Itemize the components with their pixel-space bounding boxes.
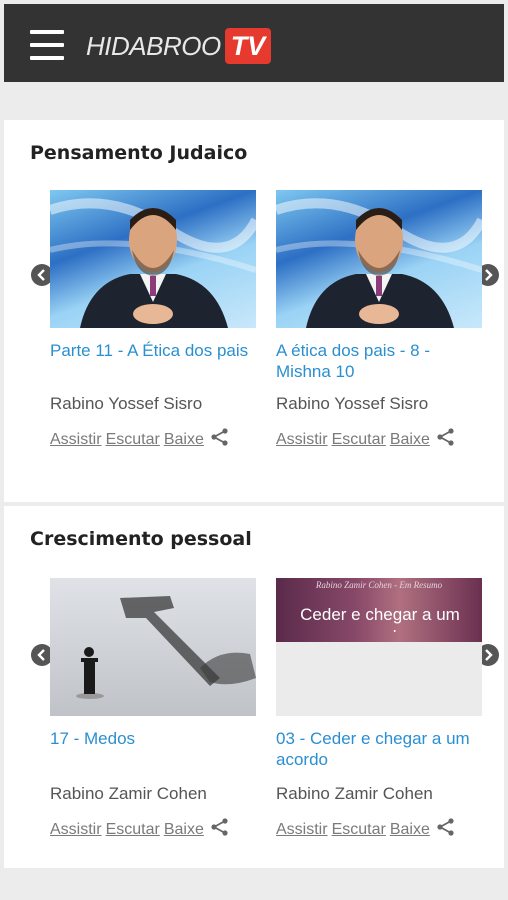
listen-link[interactable]: Escutar — [332, 821, 386, 839]
share-icon[interactable] — [436, 818, 456, 841]
video-title-link[interactable]: 03 - Ceder e chegar a um acordo — [276, 728, 482, 770]
thumbnail-caption-main: Ceder e chegar a um acordo — [300, 605, 460, 632]
video-thumbnail[interactable] — [50, 190, 256, 328]
video-author: Rabino Yossef Sisro — [276, 394, 429, 413]
thumbnail-banner: Rabino Zamir Cohen - Em Resumo Ceder e c… — [276, 578, 482, 642]
section-title: Pensamento Judaico — [30, 142, 248, 164]
listen-link[interactable]: Escutar — [106, 821, 160, 839]
download-link[interactable]: Baixe — [164, 431, 204, 449]
logo[interactable]: HIDABROO TV — [86, 26, 272, 66]
watch-link[interactable]: Assistir — [50, 431, 102, 449]
listen-link[interactable]: Escutar — [106, 431, 160, 449]
share-icon[interactable] — [436, 428, 456, 451]
app-header: HIDABROO TV — [4, 4, 504, 82]
logo-badge: TV — [224, 28, 272, 64]
video-author: Rabino Zamir Cohen — [50, 784, 207, 803]
watch-link[interactable]: Assistir — [50, 821, 102, 839]
video-thumbnail[interactable] — [276, 190, 482, 328]
video-title-link[interactable]: A ética dos pais - 8 - Mishna 10 — [276, 340, 482, 382]
video-thumbnail[interactable] — [50, 578, 256, 716]
video-actions: Assistir Escutar Baixe — [276, 428, 456, 451]
video-title-link[interactable]: Parte 11 - A Ética dos pais — [50, 340, 256, 361]
section-pensamento-judaico: Pensamento Judaico Parte 11 - A Ética do… — [4, 120, 504, 502]
section-title: Crescimento pessoal — [30, 528, 252, 550]
video-thumbnail[interactable]: Rabino Zamir Cohen - Em Resumo Ceder e c… — [276, 578, 482, 716]
section-crescimento-pessoal: Crescimento pessoal 17 - Medos Rabino Za… — [4, 506, 504, 868]
listen-link[interactable]: Escutar — [332, 431, 386, 449]
download-link[interactable]: Baixe — [164, 821, 204, 839]
download-link[interactable]: Baixe — [390, 821, 430, 839]
share-icon[interactable] — [210, 818, 230, 841]
thumbnail-caption-top: Rabino Zamir Cohen - Em Resumo — [315, 580, 443, 590]
video-author: Rabino Zamir Cohen — [276, 784, 433, 803]
video-actions: Assistir Escutar Baixe — [50, 428, 230, 451]
logo-text: HIDABROO — [86, 30, 221, 61]
download-link[interactable]: Baixe — [390, 431, 430, 449]
video-title-link[interactable]: 17 - Medos — [50, 728, 256, 749]
video-actions: Assistir Escutar Baixe — [276, 818, 456, 841]
menu-icon[interactable] — [30, 30, 64, 62]
video-author: Rabino Yossef Sisro — [50, 394, 203, 413]
watch-link[interactable]: Assistir — [276, 431, 328, 449]
share-icon[interactable] — [210, 428, 230, 451]
watch-link[interactable]: Assistir — [276, 821, 328, 839]
video-actions: Assistir Escutar Baixe — [50, 818, 230, 841]
